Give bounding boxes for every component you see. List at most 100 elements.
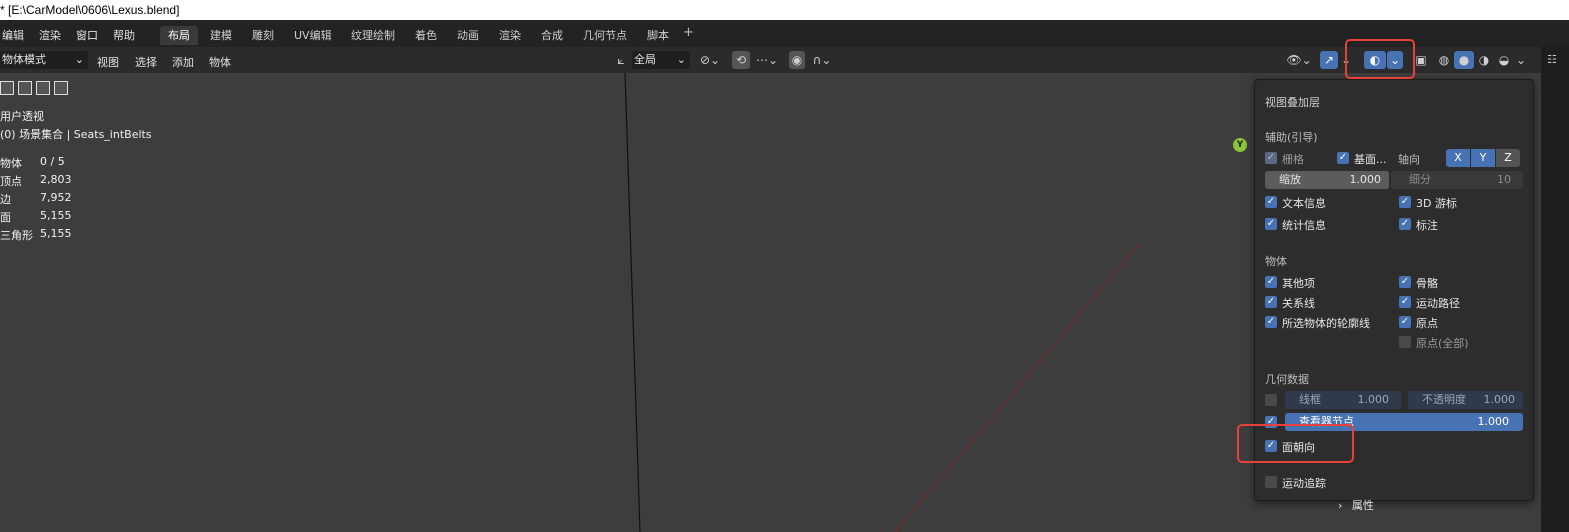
tab-animation[interactable]: 动画 xyxy=(449,26,487,45)
orientation-label: 全局 xyxy=(634,53,656,66)
pivot-point-icon[interactable]: ⊘⌄ xyxy=(696,51,724,69)
gizmo-toggle-icon[interactable]: ↗ xyxy=(1320,51,1338,69)
bones-checkbox[interactable]: ✓ xyxy=(1399,276,1411,288)
tab-rendering[interactable]: 渲染 xyxy=(491,26,529,45)
opacity-label: 不透明度 xyxy=(1422,393,1466,406)
properties-row[interactable]: › 属性 xyxy=(1338,497,1374,513)
select-extend-icon[interactable] xyxy=(18,81,32,95)
mode-dropdown[interactable]: 物体模式 ⌄ xyxy=(0,51,88,69)
annotations-checkbox[interactable]: ✓ xyxy=(1399,218,1411,230)
solid-shading-icon[interactable]: ● xyxy=(1454,51,1474,69)
statistics-label: 统计信息 xyxy=(1282,219,1326,232)
outline-selected-checkbox[interactable]: ✓ xyxy=(1265,316,1277,328)
axis-y-toggle[interactable]: Y xyxy=(1471,149,1495,167)
text-info-checkbox[interactable]: ✓ xyxy=(1265,196,1277,208)
menu-window[interactable]: 窗口 xyxy=(76,27,98,43)
window-title-bar: * [E:\CarModel\0606\Lexus.blend] xyxy=(0,0,1569,20)
tab-sculpting[interactable]: 雕刻 xyxy=(244,26,282,45)
highlight-box-overlays xyxy=(1345,39,1415,79)
stat-value: 7,952 xyxy=(40,191,72,204)
visibility-icon[interactable]: 👁⌄ xyxy=(1284,51,1314,69)
tab-modeling[interactable]: 建模 xyxy=(202,26,240,45)
axis-z-toggle[interactable]: Z xyxy=(1496,149,1520,167)
statistics-checkbox[interactable]: ✓ xyxy=(1265,218,1277,230)
extras-checkbox[interactable]: ✓ xyxy=(1265,276,1277,288)
navigation-gizmo-y[interactable]: Y xyxy=(1233,138,1247,152)
highlight-box-face-orientation xyxy=(1237,424,1354,463)
outliner-icon[interactable]: ☷ xyxy=(1547,53,1557,66)
menu-view[interactable]: 视图 xyxy=(97,54,119,70)
geometry-section-label: 几何数据 xyxy=(1265,373,1309,386)
add-workspace-icon[interactable]: + xyxy=(683,25,694,40)
3d-cursor-checkbox[interactable]: ✓ xyxy=(1399,196,1411,208)
collection-info: (0) 场景集合 | Seats_intBelts xyxy=(0,128,152,141)
snap-target-icon[interactable]: ⋯⌄ xyxy=(752,51,782,69)
grid-scale-field[interactable]: 缩放 1.000 xyxy=(1265,171,1389,189)
text-info-label: 文本信息 xyxy=(1282,197,1326,210)
stat-value: 0 / 5 xyxy=(40,155,65,168)
stat-label: 顶点 xyxy=(0,175,22,188)
properties-label: 属性 xyxy=(1351,499,1374,512)
objects-section-label: 物体 xyxy=(1265,255,1287,268)
motion-paths-label: 运动路径 xyxy=(1416,297,1460,310)
origins-label: 原点 xyxy=(1416,317,1438,330)
stat-label: 边 xyxy=(0,193,11,206)
wireframe-checkbox[interactable] xyxy=(1265,394,1277,406)
menu-help[interactable]: 帮助 xyxy=(113,27,135,43)
motion-tracking-checkbox[interactable] xyxy=(1265,476,1277,488)
menu-render[interactable]: 渲染 xyxy=(39,27,61,43)
top-menu-bar: 编辑 渲染 窗口 帮助 布局 建模 雕刻 UV编辑 纹理绘制 着色 动画 渲染 … xyxy=(0,20,1569,47)
material-shading-icon[interactable]: ◑ xyxy=(1474,51,1494,69)
grid-checkbox[interactable]: ✓ xyxy=(1265,152,1277,164)
tab-texture-paint[interactable]: 纹理绘制 xyxy=(343,26,403,45)
menu-object[interactable]: 物体 xyxy=(209,54,231,70)
falloff-icon[interactable]: ∩⌄ xyxy=(808,51,836,69)
wireframe-label: 线框 xyxy=(1299,393,1321,406)
origins-all-checkbox[interactable] xyxy=(1399,336,1411,348)
tab-uv-editing[interactable]: UV编辑 xyxy=(286,26,340,45)
orientation-dropdown[interactable]: 全局 ⌄ xyxy=(632,51,690,69)
stat-label: 面 xyxy=(0,211,11,224)
wireframe-field[interactable]: 线框 1.000 xyxy=(1285,391,1401,409)
axis-x-toggle[interactable]: X xyxy=(1446,149,1470,167)
mode-label: 物体模式 xyxy=(2,53,46,66)
select-mode-tools xyxy=(0,81,72,98)
origins-checkbox[interactable]: ✓ xyxy=(1399,316,1411,328)
tab-layout[interactable]: 布局 xyxy=(160,26,198,45)
window-title: * [E:\CarModel\0606\Lexus.blend] xyxy=(0,3,180,17)
menu-edit[interactable]: 编辑 xyxy=(2,27,24,43)
floor-checkbox[interactable]: ✓ xyxy=(1337,152,1349,164)
tab-geometry-nodes[interactable]: 几何节点 xyxy=(575,26,635,45)
outliner-edge: ☷ xyxy=(1541,47,1569,532)
grid-scale-value: 1.000 xyxy=(1349,173,1382,186)
tab-scripting[interactable]: 脚本 xyxy=(639,26,677,45)
relationship-lines-label: 关系线 xyxy=(1282,297,1315,310)
rendered-shading-icon[interactable]: ◒ xyxy=(1494,51,1514,69)
wireframe-shading-icon[interactable]: ◍ xyxy=(1434,51,1454,69)
select-subtract-icon[interactable] xyxy=(36,81,50,95)
wireframe-opacity-field[interactable]: 不透明度 1.000 xyxy=(1408,391,1523,409)
grid-scale-label: 缩放 xyxy=(1279,173,1301,186)
3d-cursor-label: 3D 游标 xyxy=(1416,197,1457,210)
menu-add[interactable]: 添加 xyxy=(172,54,194,70)
relationship-lines-checkbox[interactable]: ✓ xyxy=(1265,296,1277,308)
menu-select[interactable]: 选择 xyxy=(135,54,157,70)
tab-shading[interactable]: 着色 xyxy=(407,26,445,45)
motion-paths-checkbox[interactable]: ✓ xyxy=(1399,296,1411,308)
proportional-edit-icon[interactable]: ◉ xyxy=(789,51,805,69)
snap-icon[interactable]: ⟲ xyxy=(732,51,750,69)
select-intersect-icon[interactable] xyxy=(54,81,68,95)
opacity-value: 1.000 xyxy=(1483,393,1516,406)
chevron-down-icon[interactable]: ⌄ xyxy=(1514,51,1528,69)
transform-orientation-icon: ⟀ xyxy=(617,53,625,67)
guides-section-label: 辅助(引导) xyxy=(1265,131,1318,144)
stat-value: 5,155 xyxy=(40,209,72,222)
stat-value: 2,803 xyxy=(40,173,72,186)
select-new-icon[interactable] xyxy=(0,81,14,95)
grid-label: 栅格 xyxy=(1282,153,1304,166)
annotations-label: 标注 xyxy=(1416,219,1438,232)
grid-subdivisions-field[interactable]: 细分 10 xyxy=(1391,171,1523,189)
extras-label: 其他项 xyxy=(1282,277,1315,290)
tab-compositing[interactable]: 合成 xyxy=(533,26,571,45)
outline-selected-label: 所选物体的轮廓线 xyxy=(1282,317,1370,330)
